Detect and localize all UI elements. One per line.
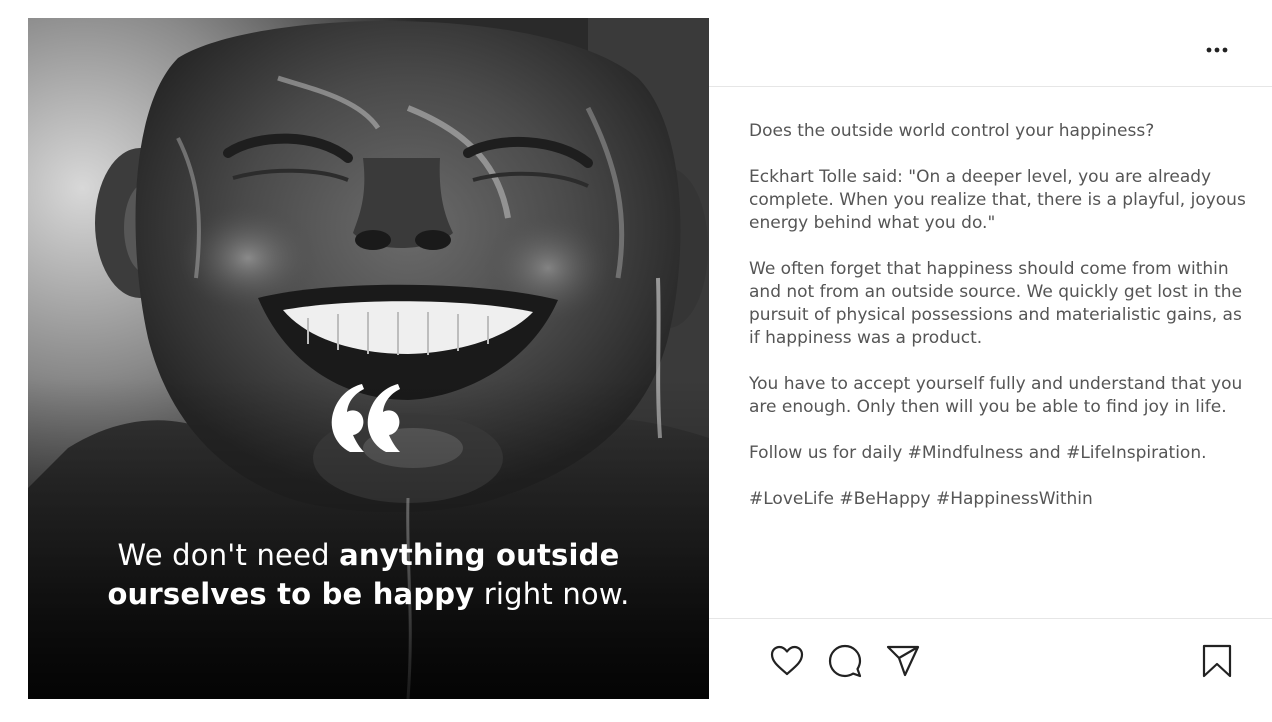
bookmark-icon[interactable] <box>1199 643 1235 679</box>
caption-paragraph-1: Does the outside world control your happ… <box>749 121 1155 141</box>
post-image: We don't need anything outside ourselves… <box>28 18 709 699</box>
quote-part-4: right now. <box>474 577 630 611</box>
quotation-mark-icon <box>331 384 400 452</box>
caption-paragraph-3: We often forget that happiness should co… <box>749 259 1243 348</box>
more-options-icon[interactable] <box>1201 40 1233 60</box>
comment-bubble-icon[interactable] <box>827 643 863 679</box>
post-caption: Does the outside world control your happ… <box>749 120 1249 534</box>
post-action-bar <box>709 618 1272 700</box>
post-header <box>709 18 1272 87</box>
post-details-panel: Does the outside world control your happ… <box>709 18 1272 699</box>
caption-paragraph-2: Eckhart Tolle said: "On a deeper level, … <box>749 167 1246 233</box>
caption-paragraph-4: You have to accept yourself fully and un… <box>749 374 1243 417</box>
caption-paragraph-5: Follow us for daily #Mindfulness and #Li… <box>749 443 1207 463</box>
quote-part-2: anything outside <box>339 538 620 572</box>
quote-part-1: We don't need <box>117 538 340 572</box>
image-quote-text: We don't need anything outside ourselves… <box>28 536 709 614</box>
heart-icon[interactable] <box>769 643 805 679</box>
quote-part-3: ourselves to be happy <box>107 577 475 611</box>
paper-plane-icon[interactable] <box>885 643 921 679</box>
post-view: We don't need anything outside ourselves… <box>0 0 1272 722</box>
caption-hashtags: #LoveLife #BeHappy #HappinessWithin <box>749 489 1093 509</box>
